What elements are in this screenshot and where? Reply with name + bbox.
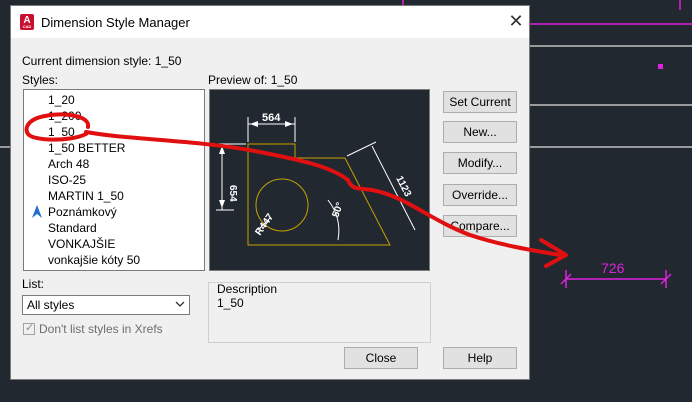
checkmark-icon: ✓ <box>25 322 35 334</box>
style-item-1-50-better[interactable]: 1_50 BETTER <box>24 140 204 156</box>
chevron-down-icon <box>175 301 185 307</box>
compare-button[interactable]: Compare... <box>443 215 517 237</box>
style-item-iso-25[interactable]: ISO-25 <box>24 172 204 188</box>
modify-button[interactable]: Modify... <box>443 152 517 174</box>
preview-dim-left: 654 <box>227 185 238 202</box>
help-button[interactable]: Help <box>443 347 517 369</box>
style-item-1-200[interactable]: 1_200 <box>24 108 204 124</box>
xref-checkbox-label: Don't list styles in Xrefs <box>39 322 163 336</box>
description-value: 1_50 <box>217 296 244 310</box>
close-icon[interactable]: ✕ <box>507 12 525 30</box>
autocad-app-icon: A CAD <box>20 14 34 30</box>
cad-dimension-label: 726 <box>601 260 625 276</box>
override-button[interactable]: Override... <box>443 184 517 206</box>
preview-label: Preview of: 1_50 <box>208 73 298 87</box>
style-item-vonkajsie[interactable]: VONKAJŠIE <box>24 236 204 252</box>
preview-dim-radius: R447 <box>253 211 276 237</box>
style-item-1-20[interactable]: 1_20 <box>24 92 204 108</box>
close-button[interactable]: Close <box>344 347 418 369</box>
list-label: List: <box>22 277 45 291</box>
list-filter-value: All styles <box>27 298 75 312</box>
annotative-icon <box>32 205 42 218</box>
description-label: Description <box>217 282 278 296</box>
preview-drawing: 564 654 1123 R447 50° <box>216 112 416 246</box>
style-item-1-50[interactable]: 1_50 <box>24 124 204 140</box>
style-item-poznamkovy[interactable]: Poznámkový <box>24 204 204 220</box>
new-button[interactable]: New... <box>443 121 517 143</box>
xref-checkbox[interactable]: ✓ <box>23 322 35 335</box>
preview-dim-top: 564 <box>262 112 281 124</box>
title-bar[interactable]: A CAD Dimension Style Manager ✕ <box>11 6 529 38</box>
style-item-vonkajsie-koty-50[interactable]: vonkajšie kóty 50 <box>24 252 204 268</box>
description-group: Description 1_50 <box>208 282 431 343</box>
dimension-style-manager-dialog: A CAD Dimension Style Manager ✕ Current … <box>10 5 530 380</box>
current-style-label: Current dimension style: 1_50 <box>22 54 182 68</box>
styles-label: Styles: <box>22 73 59 87</box>
styles-listbox[interactable]: 1_20 1_200 1_50 1_50 BETTER Arch 48 ISO-… <box>23 89 205 271</box>
list-filter-dropdown[interactable]: All styles <box>22 295 190 315</box>
style-item-label: Poznámkový <box>48 205 117 219</box>
style-item-arch-48[interactable]: Arch 48 <box>24 156 204 172</box>
set-current-button[interactable]: Set Current <box>443 91 517 113</box>
style-item-martin-1-50[interactable]: MARTIN 1_50 <box>24 188 204 204</box>
preview-dim-angle: 50° <box>330 201 346 219</box>
preview-dim-diag: 1123 <box>393 174 413 199</box>
window-title: Dimension Style Manager <box>41 15 190 30</box>
style-item-standard[interactable]: Standard <box>24 220 204 236</box>
style-preview-pane: 564 654 1123 R447 50° <box>209 89 430 271</box>
